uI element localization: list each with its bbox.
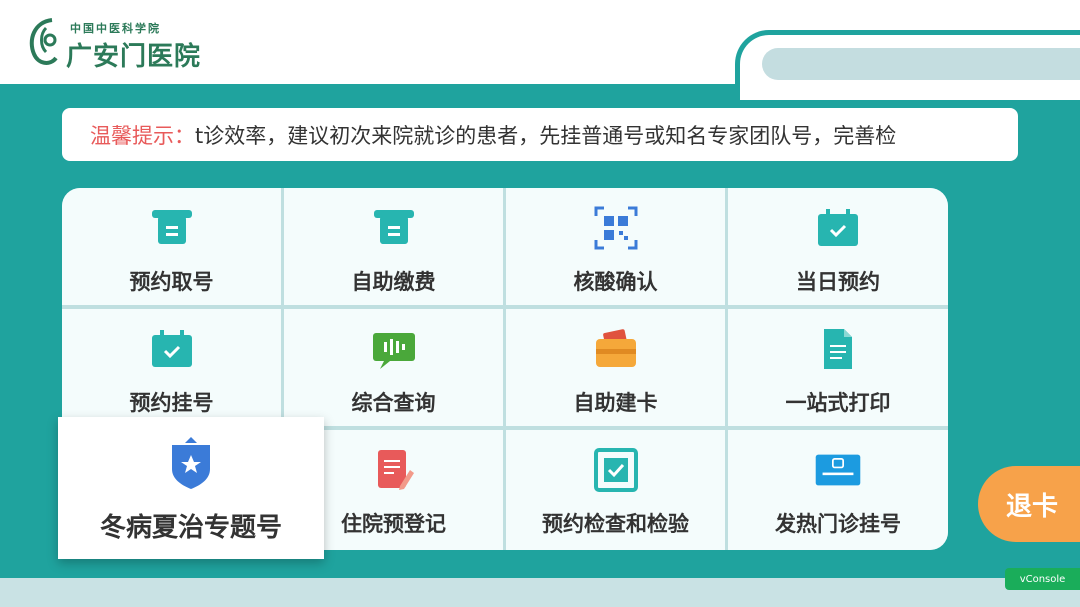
wallet-card-icon bbox=[595, 329, 636, 367]
footer-strip bbox=[0, 578, 1080, 607]
menu-item-label: 住院预登记 bbox=[341, 512, 446, 536]
exit-card-button[interactable]: 退卡 bbox=[978, 466, 1080, 542]
menu-item-label: 发热门诊挂号 bbox=[775, 512, 901, 536]
header-status-bar bbox=[762, 48, 1080, 80]
menu-item-same-day-booking[interactable]: 当日预约 bbox=[728, 188, 948, 305]
menu-item-self-card-creation[interactable]: 自助建卡 bbox=[506, 309, 725, 426]
menu-item-one-stop-print[interactable]: 一站式打印 bbox=[728, 309, 948, 426]
menu-item-label: 冬病夏治专题号 bbox=[99, 513, 282, 543]
menu-item-book-registration[interactable]: 预约挂号 bbox=[62, 309, 281, 426]
menu-item-self-payment[interactable]: 自助缴费 bbox=[284, 188, 503, 305]
menu-item-nucleic-acid-confirm[interactable]: 核酸确认 bbox=[506, 188, 725, 305]
ticket-icon bbox=[151, 210, 192, 244]
menu-item-general-query[interactable]: 综合查询 bbox=[284, 309, 503, 426]
inspection-icon bbox=[593, 448, 638, 492]
notice-text: t诊效率，建议初次来院就诊的患者，先挂普通号或知名专家团队号，完善检 bbox=[195, 123, 897, 148]
menu-item-label: 综合查询 bbox=[351, 391, 436, 415]
notice-banner: 温馨提示： t诊效率，建议初次来院就诊的患者，先挂普通号或知名专家团队号，完善检 bbox=[62, 108, 1018, 161]
logo-subtitle: 中国中医科学院 bbox=[70, 22, 161, 35]
menu-item-label: 预约检查和检验 bbox=[542, 512, 689, 536]
edit-document-icon bbox=[377, 450, 414, 490]
menu-item-label: 自助建卡 bbox=[573, 391, 658, 415]
menu-item-label: 预约挂号 bbox=[129, 391, 214, 415]
hospital-logo-icon bbox=[29, 18, 58, 65]
ticket-icon bbox=[373, 210, 414, 244]
calendar-check-icon bbox=[818, 209, 858, 246]
menu-item-label: 预约取号 bbox=[129, 270, 214, 294]
document-icon bbox=[824, 329, 852, 369]
calendar-check-icon bbox=[151, 330, 192, 367]
qrcode-icon bbox=[594, 206, 637, 250]
menu-item-winter-disease-summer-treatment[interactable]: 冬病夏治专题号 bbox=[58, 417, 324, 559]
menu-item-label: 一站式打印 bbox=[785, 391, 891, 415]
menu-item-book-inspection[interactable]: 预约检查和检验 bbox=[506, 430, 725, 550]
menu-item-label: 当日预约 bbox=[796, 270, 880, 294]
vconsole-button[interactable]: vConsole bbox=[1005, 568, 1080, 590]
shield-star-icon bbox=[172, 437, 210, 489]
notice-label: 温馨提示： bbox=[90, 123, 195, 148]
chat-bubble-icon bbox=[372, 333, 415, 369]
logo-title: 广安门医院 bbox=[66, 42, 202, 72]
menu-item-fever-clinic-registration[interactable]: 发热门诊挂号 bbox=[728, 430, 948, 550]
menu-item-appointment-pickup[interactable]: 预约取号 bbox=[62, 188, 281, 305]
fever-clinic-icon bbox=[815, 454, 861, 486]
menu-item-label: 自助缴费 bbox=[351, 270, 436, 294]
menu-item-label: 核酸确认 bbox=[573, 270, 658, 294]
